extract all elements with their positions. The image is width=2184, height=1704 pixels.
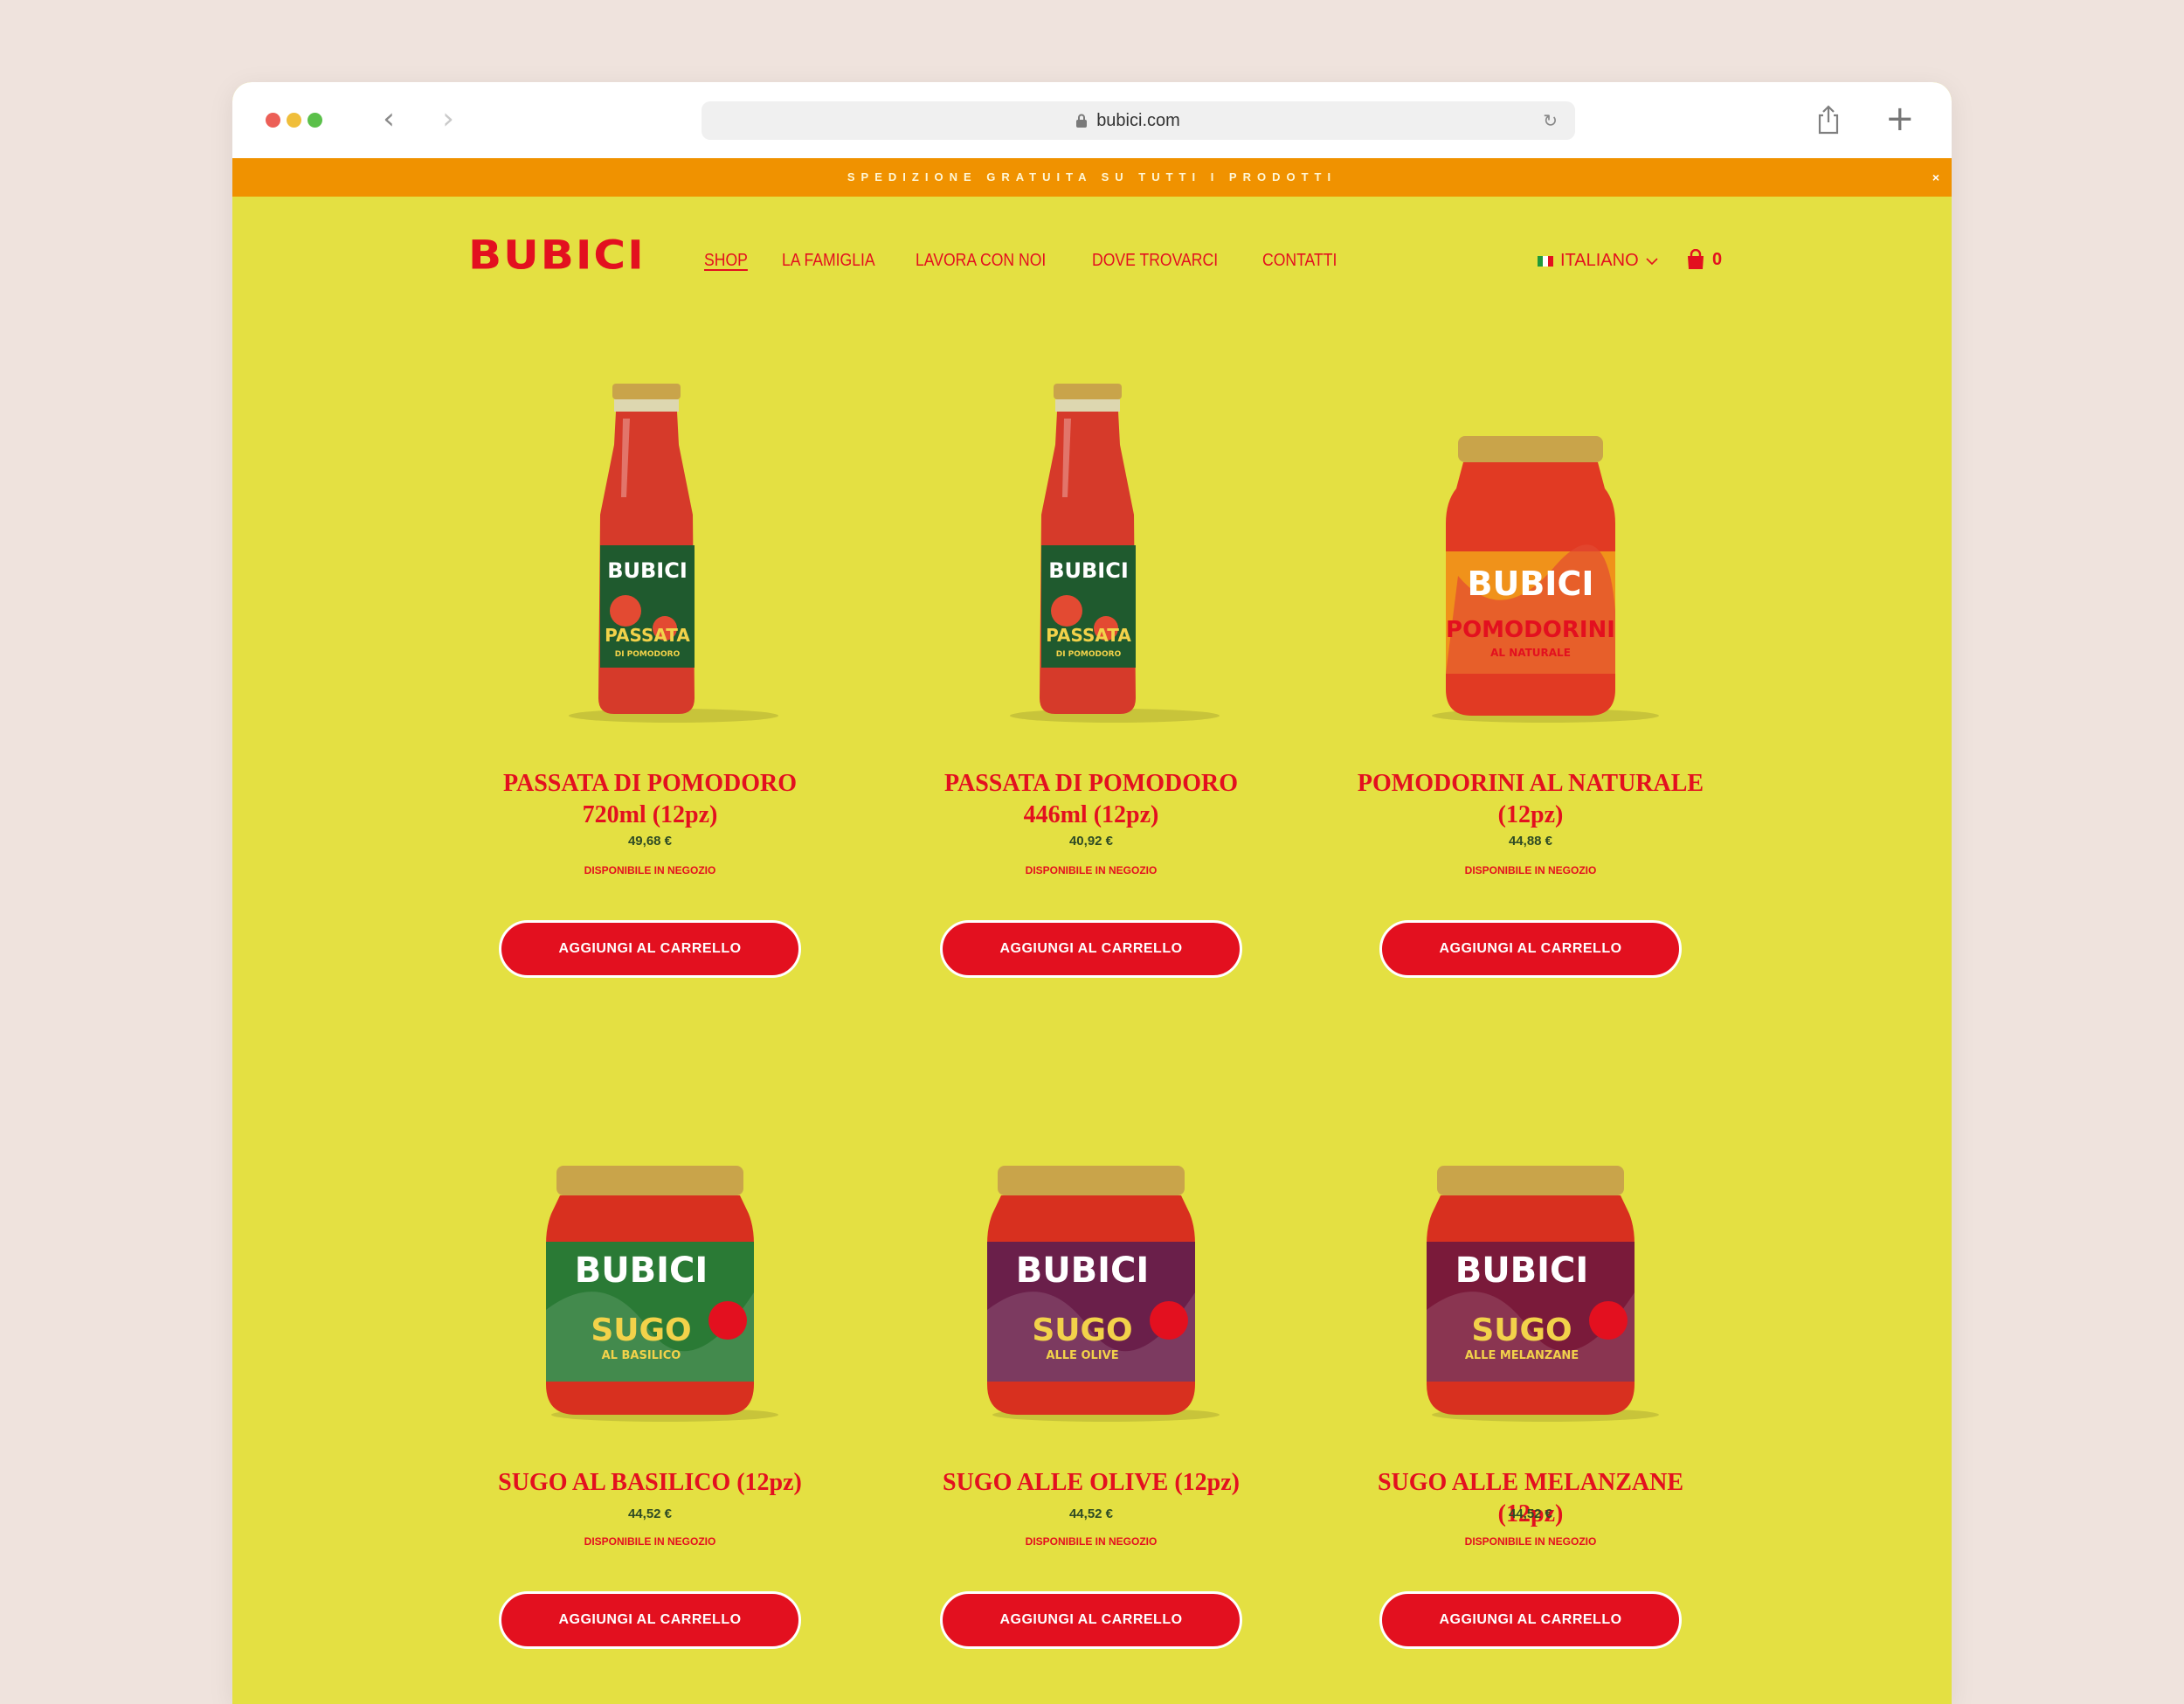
svg-text:AL NATURALE: AL NATURALE (1490, 647, 1571, 659)
product-title[interactable]: SUGO ALLE OLIVE (12pz) (914, 1467, 1268, 1499)
availability-label: DISPONIBILE IN NEGOZIO (1464, 864, 1597, 876)
product-image[interactable]: BUBICI PASSATA DI POMODORO (499, 349, 801, 724)
svg-text:AL BASILICO: AL BASILICO (602, 1349, 681, 1362)
product-title[interactable]: POMODORINI AL NATURALE (12pz) (1353, 768, 1708, 831)
reload-icon[interactable]: ↻ (1543, 112, 1558, 129)
product-image[interactable]: BUBICI SUGO ALLE OLIVE (940, 1048, 1242, 1423)
add-to-cart-button[interactable]: AGGIUNGI AL CARRELLO (940, 1591, 1242, 1649)
svg-text:BUBICI: BUBICI (1016, 1250, 1150, 1291)
product-price: 49,68 € (627, 834, 673, 849)
nav-lavora-con-noi[interactable]: LAVORA CON NOI (916, 251, 1046, 271)
forward-arrow-icon[interactable]: › (435, 101, 461, 136)
svg-text:POMODORINI: POMODORINI (1446, 617, 1615, 643)
product-title-line1: SUGO ALLE OLIVE (12pz) (943, 1469, 1240, 1496)
add-to-cart-button[interactable]: AGGIUNGI AL CARRELLO (940, 920, 1242, 978)
product-price: 40,92 € (1068, 834, 1114, 849)
product-image[interactable]: BUBICI SUGO ALLE MELANZANE (1379, 1048, 1682, 1423)
product-title[interactable]: PASSATA DI POMODORO 446ml (12pz) (914, 768, 1268, 831)
url-text: bubici.com (1096, 111, 1180, 130)
product-title[interactable]: PASSATA DI POMODORO 720ml (12pz) (473, 768, 827, 831)
svg-text:BUBICI: BUBICI (607, 558, 688, 583)
nav-dove-trovarci[interactable]: DOVE TROVARCI (1092, 251, 1218, 271)
add-to-cart-button[interactable]: AGGIUNGI AL CARRELLO (499, 1591, 801, 1649)
back-arrow-icon[interactable]: ‹ (376, 101, 402, 136)
close-window-button[interactable] (266, 113, 280, 128)
svg-text:BUBICI: BUBICI (1048, 558, 1129, 583)
shipping-banner: SPEDIZIONE GRATUITA SU TUTTI I PRODOTTI … (232, 158, 1952, 197)
language-selector[interactable]: ITALIANO (1538, 251, 1658, 271)
chevron-down-icon (1646, 257, 1658, 265)
product-price: 44,52 € (1068, 1507, 1114, 1521)
product-title-line1: PASSATA DI POMODORO (502, 770, 797, 797)
add-to-cart-button[interactable]: AGGIUNGI AL CARRELLO (1379, 1591, 1682, 1649)
availability-label: DISPONIBILE IN NEGOZIO (1464, 1535, 1597, 1548)
product-title-line2: 446ml (12pz) (1023, 801, 1159, 828)
product-price: 44,52 € (627, 1507, 673, 1521)
site-logo[interactable]: BUBICI (468, 236, 646, 275)
banner-close-icon[interactable]: × (1932, 158, 1939, 197)
cart-button[interactable]: 0 (1686, 249, 1722, 270)
product-price: 44,52 € (1508, 1507, 1553, 1521)
add-to-cart-button[interactable]: AGGIUNGI AL CARRELLO (499, 920, 801, 978)
nav-shop[interactable]: SHOP (704, 251, 748, 271)
address-bar[interactable]: bubici.com ↻ (702, 101, 1575, 140)
italian-flag-icon (1538, 255, 1553, 267)
maximize-window-button[interactable] (308, 113, 322, 128)
product-image[interactable]: BUBICI PASSATA DI POMODORO (940, 349, 1242, 724)
product-title[interactable]: SUGO AL BASILICO (12pz) (473, 1467, 827, 1499)
product-title-line2: 720ml (12pz) (582, 801, 718, 828)
svg-text:SUGO: SUGO (1032, 1313, 1132, 1348)
product-title-line1: SUGO AL BASILICO (12pz) (498, 1469, 802, 1496)
new-tab-icon[interactable]: + (1885, 98, 1915, 140)
availability-label: DISPONIBILE IN NEGOZIO (1025, 864, 1158, 876)
product-title-line1: PASSATA DI POMODORO (943, 770, 1238, 797)
browser-window: ‹ › bubici.com ↻ + SPEDIZIONE GRATUITA S… (232, 82, 1952, 1704)
svg-text:DI POMODORO: DI POMODORO (615, 650, 681, 659)
cart-count: 0 (1712, 249, 1723, 269)
svg-text:SUGO: SUGO (1471, 1313, 1572, 1348)
product-title-line2: (12pz) (1497, 801, 1564, 828)
product-title-line1: POMODORINI AL NATURALE (1357, 770, 1704, 797)
banner-text: SPEDIZIONE GRATUITA SU TUTTI I PRODOTTI (847, 170, 1337, 184)
minimize-window-button[interactable] (287, 113, 301, 128)
product-price: 44,88 € (1508, 834, 1553, 849)
availability-label: DISPONIBILE IN NEGOZIO (1025, 1535, 1158, 1548)
browser-toolbar: ‹ › bubici.com ↻ + (232, 82, 1952, 158)
availability-label: DISPONIBILE IN NEGOZIO (584, 864, 716, 876)
main-nav: SHOP LA FAMIGLIA LAVORA CON NOI DOVE TRO… (704, 251, 1347, 271)
svg-text:PASSATA: PASSATA (605, 625, 690, 646)
site-header: BUBICI SHOP LA FAMIGLIA LAVORA CON NOI D… (232, 197, 1952, 301)
svg-text:DI POMODORO: DI POMODORO (1056, 650, 1122, 659)
nav-la-famiglia[interactable]: LA FAMIGLIA (782, 251, 875, 271)
svg-text:BUBICI: BUBICI (575, 1250, 708, 1291)
product-image[interactable]: BUBICI POMODORINI AL NATURALE (1379, 349, 1682, 724)
availability-label: DISPONIBILE IN NEGOZIO (584, 1535, 716, 1548)
shopping-bag-icon (1688, 249, 1704, 269)
svg-text:SUGO: SUGO (591, 1313, 691, 1348)
svg-text:ALLE OLIVE: ALLE OLIVE (1046, 1349, 1118, 1362)
nav-contatti[interactable]: CONTATTI (1262, 251, 1337, 271)
add-to-cart-button[interactable]: AGGIUNGI AL CARRELLO (1379, 920, 1682, 978)
product-image[interactable]: BUBICI SUGO AL BASILICO (499, 1048, 801, 1423)
svg-text:PASSATA: PASSATA (1046, 625, 1131, 646)
language-label: ITALIANO (1560, 251, 1639, 270)
share-icon[interactable] (1815, 103, 1842, 136)
svg-text:BUBICI: BUBICI (1455, 1250, 1589, 1291)
svg-text:BUBICI: BUBICI (1468, 565, 1594, 603)
svg-text:ALLE MELANZANE: ALLE MELANZANE (1465, 1349, 1579, 1362)
